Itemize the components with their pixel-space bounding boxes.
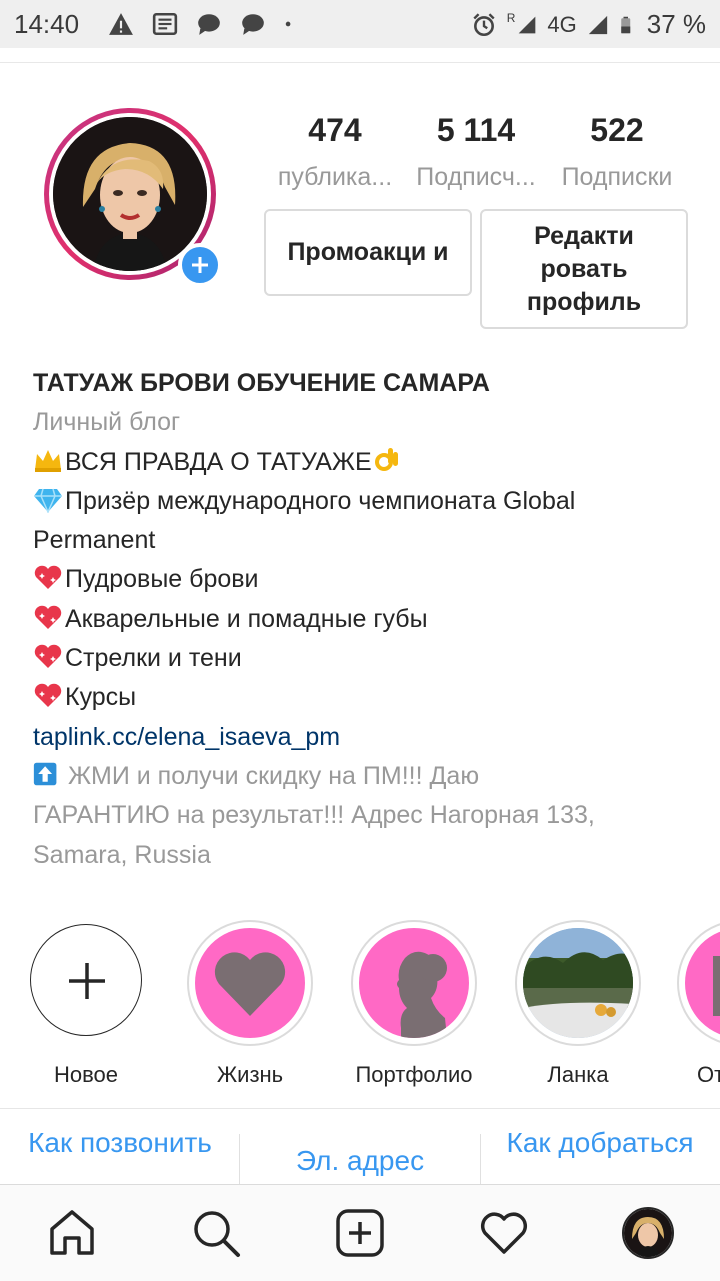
home-icon[interactable] (46, 1207, 98, 1259)
call-button[interactable]: Как позвонить (20, 1124, 220, 1162)
new-highlight-circle (30, 924, 142, 1036)
chat-icon (198, 14, 220, 35)
bio-line: Акварельные и помадные губы (33, 600, 693, 639)
system-icons: R 4G 37 % (471, 9, 706, 40)
search-icon[interactable] (190, 1207, 242, 1259)
network-type: 4G (547, 11, 577, 37)
highlight-new[interactable]: Новое (21, 920, 151, 1088)
bio-line: ВСЯ ПРАВДА О ТАТУАЖЕ (33, 443, 693, 482)
highlight-lanka[interactable]: Ланка (513, 920, 643, 1088)
new-post-icon[interactable] (334, 1207, 386, 1259)
bio-line: Permanent (33, 526, 156, 555)
woman-silhouette-icon (397, 951, 447, 1038)
followers-count: 5 114 (436, 112, 516, 148)
bio-address[interactable]: ЖМИ и получи скидку на ПМ!!! Даю ГАРАНТИ… (33, 757, 693, 875)
signal-icon (519, 16, 536, 33)
landscape-image (523, 928, 633, 1038)
section-divider (0, 1108, 720, 1109)
bio-line: Пудровые брови (33, 560, 693, 599)
battery-icon (620, 16, 630, 33)
following-count: 522 (590, 112, 644, 148)
posts-label: публика... (277, 163, 393, 191)
highlight-label: От (697, 1062, 720, 1087)
profile-category: Личный блог (33, 408, 181, 437)
following-label: Подписки (561, 163, 673, 191)
following-stat[interactable]: 522 Подписки (542, 112, 692, 192)
warning-icon (109, 13, 133, 35)
diamond-icon (34, 488, 62, 513)
website-link[interactable]: taplink.cc/elena_isaeva_pm (33, 718, 693, 757)
highlight-label: Портфолио (355, 1062, 473, 1087)
status-time: 14:40 (14, 9, 80, 39)
highlight-circle (351, 920, 477, 1046)
activity-heart-icon[interactable] (478, 1207, 530, 1259)
gray-figure-icon (713, 956, 720, 1016)
profile-bio: ТАТУАЖ БРОВИ ОБУЧЕНИЕ САМАРА Личный блог… (33, 364, 693, 875)
followers-stat[interactable]: 5 114 Подписч... (401, 112, 551, 192)
portrait-image (53, 117, 207, 271)
bio-line: Стрелки и тени (33, 639, 693, 678)
highlight-circle (515, 920, 641, 1046)
email-button[interactable]: Эл. адрес (250, 1142, 470, 1180)
bio-line: Призёр международного чемпионата Global (33, 482, 693, 521)
chat-icon (242, 14, 264, 35)
highlight-portfolio[interactable]: Портфолио (349, 920, 479, 1088)
roaming-indicator: R (506, 10, 516, 25)
contact-divider (239, 1134, 240, 1184)
dot-icon (285, 21, 291, 27)
posts-count: 474 (308, 112, 362, 148)
alarm-icon (473, 12, 495, 36)
sparkling-heart-icon (34, 566, 62, 590)
highlight-label: Ланка (547, 1062, 609, 1087)
highlight-other[interactable]: От (677, 920, 720, 1088)
add-story-button[interactable] (178, 243, 222, 287)
battery-percent: 37 % (646, 9, 706, 39)
bio-line: Курсы (33, 678, 693, 717)
plus-icon (69, 963, 105, 999)
signal-icon (588, 15, 607, 34)
highlight-label: Жизнь (216, 1062, 284, 1087)
avatar (624, 1209, 672, 1257)
sparkling-heart-icon (34, 644, 62, 669)
sparkling-heart-icon (34, 605, 62, 629)
highlight-life[interactable]: Жизнь (185, 920, 315, 1088)
avatar-photo (53, 117, 207, 271)
promotions-button[interactable]: Промоакци и (264, 209, 472, 296)
profile-tab-avatar[interactable] (622, 1207, 674, 1259)
edit-profile-button[interactable]: Редакти ровать профиль (480, 209, 688, 329)
highlight-circle (677, 920, 720, 1046)
up-arrow-icon (33, 762, 57, 786)
ok-hand-icon (374, 447, 398, 471)
followers-label: Подписч... (416, 163, 536, 191)
plus-icon (192, 257, 208, 273)
contact-divider (480, 1134, 481, 1184)
directions-button[interactable]: Как добраться (500, 1124, 700, 1162)
sparkling-heart-icon (34, 684, 62, 708)
highlight-circle (187, 920, 313, 1046)
posts-stat[interactable]: 474 публика... (260, 112, 410, 192)
highlight-label: Новое (53, 1062, 119, 1087)
news-icon (152, 12, 178, 36)
status-bar: 14:40 R 4G 37 % (0, 0, 720, 48)
header-divider (0, 62, 720, 63)
crown-icon (35, 449, 61, 472)
notification-icons (108, 11, 298, 37)
bottom-navigation (0, 1184, 720, 1281)
profile-name: ТАТУАЖ БРОВИ ОБУЧЕНИЕ САМАРА (33, 369, 490, 397)
heart-icon (214, 952, 286, 1016)
